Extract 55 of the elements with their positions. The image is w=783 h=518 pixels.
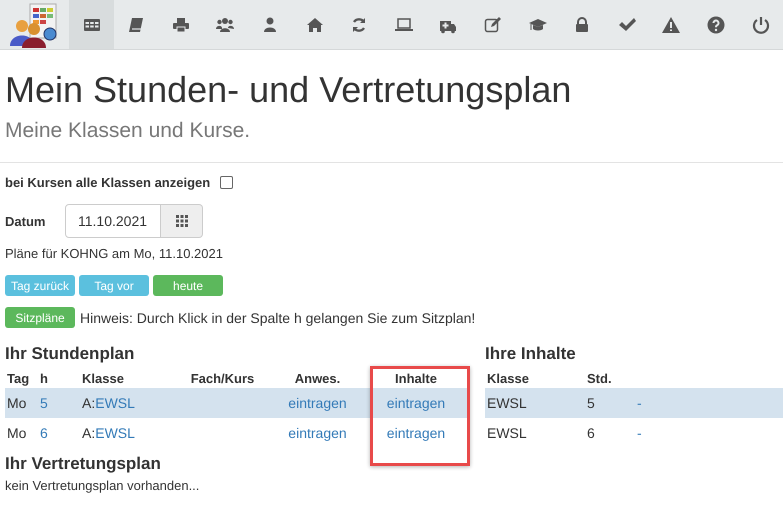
class-prefix: A: bbox=[82, 425, 96, 441]
hint-text: Hinweis: Durch Klick in der Spalte h gelangen Sie zum Sitzplan! bbox=[80, 310, 476, 326]
column-header: Tag bbox=[6, 370, 30, 388]
hour-text: 6 bbox=[587, 425, 595, 441]
column-header: Klasse bbox=[81, 370, 125, 388]
column-header: h bbox=[39, 370, 49, 388]
column-header: Anwes. bbox=[294, 370, 342, 388]
timetable-heading: Ihr Stundenplan bbox=[5, 344, 136, 364]
group-icon bbox=[216, 16, 234, 34]
contents-link[interactable]: eintragen bbox=[386, 425, 446, 441]
printer-icon bbox=[172, 16, 190, 34]
substitution-text: kein Vertretungsplan vorhanden... bbox=[5, 478, 200, 493]
hour-link[interactable]: 5 bbox=[40, 395, 48, 411]
column-header: Klasse bbox=[486, 370, 530, 388]
substitution-heading: Ihr Vertretungsplan bbox=[5, 454, 162, 474]
page-subtitle: Meine Klassen und Kurse. bbox=[5, 118, 252, 144]
day-button[interactable]: Tag vor bbox=[79, 275, 150, 296]
class-prefix: A: bbox=[82, 395, 96, 411]
class-link[interactable]: EWSL bbox=[95, 425, 135, 441]
seating-plans-button[interactable]: Sitzpläne bbox=[5, 307, 75, 328]
date-label: Datum bbox=[5, 214, 46, 228]
dash-link[interactable]: - bbox=[637, 395, 642, 411]
column-header: Inhalte bbox=[394, 370, 438, 388]
day-button[interactable]: Tag zurück bbox=[5, 275, 76, 296]
hour-text: 5 bbox=[587, 395, 595, 411]
checkbox-label: bei Kursen alle Klassen anzeigen bbox=[5, 174, 210, 190]
contents-link[interactable]: eintragen bbox=[386, 395, 446, 411]
edit-icon bbox=[484, 16, 502, 34]
toolbar-button[interactable] bbox=[69, 0, 114, 49]
plans-info: Pläne für KOHNG am Mo, 11.10.2021 bbox=[5, 246, 224, 262]
checkmark-icon bbox=[618, 16, 636, 34]
class-text: EWSL bbox=[487, 425, 527, 441]
date-field[interactable]: 11.10.2021 bbox=[65, 204, 161, 238]
attendance-link[interactable]: eintragen bbox=[288, 395, 347, 411]
column-header: Std. bbox=[586, 370, 613, 388]
dash-link[interactable]: - bbox=[637, 425, 642, 441]
grid-icon bbox=[176, 215, 188, 227]
book-icon bbox=[127, 16, 146, 34]
contents-heading: Ihre Inhalte bbox=[485, 344, 577, 364]
checkbox[interactable] bbox=[220, 176, 234, 188]
attendance-link[interactable]: eintragen bbox=[288, 425, 347, 441]
column-header: Fach/Kurs bbox=[190, 370, 256, 388]
day-text: Mo bbox=[7, 395, 26, 411]
power-icon bbox=[752, 16, 770, 34]
help-icon bbox=[706, 16, 725, 34]
day-button[interactable]: heute bbox=[153, 275, 224, 296]
class-text: EWSL bbox=[487, 395, 527, 411]
page-title: Mein Stunden- und Vertretungsplan bbox=[5, 70, 572, 110]
day-text: Mo bbox=[7, 425, 26, 441]
home-icon bbox=[306, 16, 324, 34]
calendar-button[interactable] bbox=[161, 204, 203, 238]
hour-link[interactable]: 6 bbox=[40, 425, 48, 441]
warning-icon bbox=[662, 16, 680, 34]
laptop-icon bbox=[394, 16, 413, 34]
class-link[interactable]: EWSL bbox=[95, 395, 135, 411]
